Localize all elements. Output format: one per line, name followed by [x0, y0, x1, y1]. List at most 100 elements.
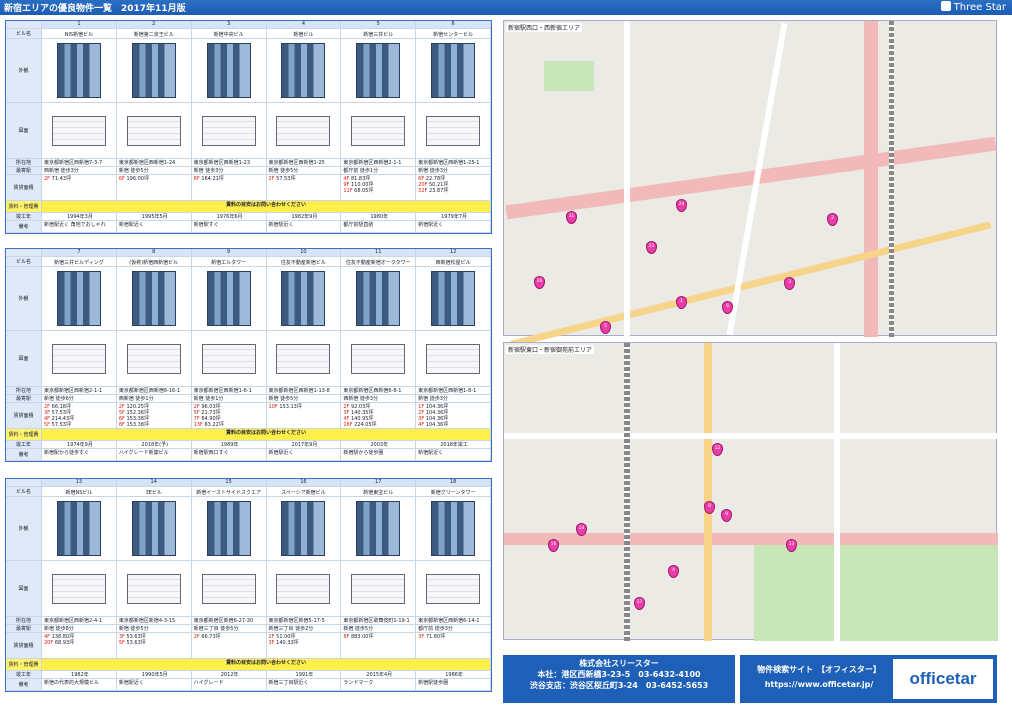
space-area: 23.87坪: [429, 188, 449, 194]
building-photo[interactable]: [117, 497, 192, 560]
space-item: 3F 71.80坪: [418, 634, 488, 640]
building-name[interactable]: 新宿中央ビル: [192, 29, 267, 38]
available-spaces: 2F 66.18坪 3F 57.53坪 4F 214.43坪 5F 57.53坪: [42, 403, 117, 428]
floor-plan[interactable]: [416, 103, 491, 158]
floor-plan[interactable]: [192, 331, 267, 386]
map-pin[interactable]: 2: [827, 213, 838, 226]
company-name: 株式会社スリースター: [579, 659, 659, 668]
building-photo[interactable]: [416, 39, 491, 102]
space-area: 57.53坪: [51, 422, 71, 428]
building-image: [431, 271, 476, 326]
map-pin[interactable]: 5: [600, 321, 611, 334]
building-name[interactable]: 住友不動産新宿ビル: [267, 257, 342, 266]
building-photo[interactable]: [341, 267, 417, 330]
map-pin[interactable]: 26: [534, 276, 545, 289]
building-name[interactable]: (仮称)新宿西新宿ビル: [117, 257, 192, 266]
space-area: 153.38坪: [126, 422, 149, 428]
building-photo[interactable]: [341, 39, 417, 102]
building-image: [131, 501, 176, 556]
available-spaces: 6F 196.00坪: [117, 175, 192, 200]
map-pin[interactable]: 9: [721, 509, 732, 522]
row-label: ビル名: [6, 487, 42, 496]
nearest-station: 新宿 徒歩1分: [192, 395, 267, 402]
building-name[interactable]: 新宿三井ビル: [341, 29, 417, 38]
floor-plan[interactable]: [117, 561, 192, 616]
floor-plan[interactable]: [416, 561, 491, 616]
floor-plan[interactable]: [117, 103, 192, 158]
site-url[interactable]: https://www.officetar.jp/: [744, 679, 894, 690]
building-photo[interactable]: [192, 497, 267, 560]
building-photo[interactable]: [117, 39, 192, 102]
building-name[interactable]: 新宿イーストサイドスクエア: [192, 487, 267, 496]
map-pin[interactable]: 1: [676, 296, 687, 309]
building-name[interactable]: スペーシア新宿ビル: [267, 487, 342, 496]
floor-plan[interactable]: [267, 331, 342, 386]
floor-plan[interactable]: [42, 103, 117, 158]
floor-plan-image: [201, 115, 256, 146]
floor-plan[interactable]: [42, 561, 117, 616]
available-spaces: 6F 164.21坪: [192, 175, 267, 200]
building-address: 東京都新宿区新宿6-27-30: [192, 617, 267, 624]
row-label: 賃貸面積: [6, 633, 42, 658]
building-photo[interactable]: [192, 39, 267, 102]
building-name[interactable]: 3Eビル: [117, 487, 192, 496]
building-photo[interactable]: [42, 497, 117, 560]
map-east[interactable]: 新宿駅東口・新宿御苑前エリア 12 8 9 14 16 13 4 17: [503, 342, 998, 641]
nearest-station: 新宿 徒歩3分: [192, 167, 267, 174]
building-name[interactable]: 新宿センタービル: [416, 29, 491, 38]
brand-logo: Three Star: [940, 1, 1006, 13]
map-pin[interactable]: 25: [646, 241, 657, 254]
map-pin[interactable]: 16: [548, 539, 559, 552]
floor-plan[interactable]: [416, 331, 491, 386]
floor-plan[interactable]: [341, 331, 417, 386]
building-name[interactable]: 新宿東宝ビル: [341, 487, 417, 496]
building-name[interactable]: 新宿ビル: [267, 29, 342, 38]
floor-plan[interactable]: [192, 561, 267, 616]
space-floor: 11F: [343, 188, 353, 194]
building-photo[interactable]: [341, 497, 417, 560]
floor-plan[interactable]: [267, 103, 342, 158]
map-pin[interactable]: 4: [668, 565, 679, 578]
map-west[interactable]: 新宿駅西口・西新宿エリア 31 24 2 25 3 1 6 26 5: [503, 20, 997, 348]
building-name[interactable]: 新宿エルタワー: [192, 257, 267, 266]
floor-plan[interactable]: [267, 561, 342, 616]
building-name[interactable]: 新宿グリーンタワー: [416, 487, 491, 496]
officetar-logo[interactable]: officetar: [893, 659, 993, 699]
building-photo[interactable]: [416, 267, 491, 330]
building-photo[interactable]: [267, 497, 342, 560]
building-photo[interactable]: [267, 267, 342, 330]
map-pin[interactable]: 31: [566, 211, 577, 224]
map-title: 新宿駅東口・新宿御苑前エリア: [506, 345, 595, 354]
building-note: ハイグレード新築ビル: [117, 449, 192, 460]
building-photo[interactable]: [117, 267, 192, 330]
floor-plan[interactable]: [341, 103, 417, 158]
floor-plan[interactable]: [341, 561, 417, 616]
map-pin[interactable]: 24: [676, 199, 687, 212]
floor-plan[interactable]: [117, 331, 192, 386]
row-label: 外観: [6, 39, 42, 102]
building-photo[interactable]: [416, 497, 491, 560]
available-spaces: 2F 96.03坪 5F 21.73坪 7F 64.90坪 13F 63.22坪: [192, 403, 267, 428]
row-label: 所在地: [6, 387, 42, 394]
building-photo[interactable]: [42, 39, 117, 102]
building-number: 5: [341, 21, 417, 28]
building-name[interactable]: 住友不動産新宿オークタワー: [341, 257, 417, 266]
built-year: 2012年: [192, 671, 267, 678]
building-photo[interactable]: [42, 267, 117, 330]
map-pin[interactable]: 12: [712, 443, 723, 456]
building-photo[interactable]: [192, 267, 267, 330]
map-pin[interactable]: 8: [704, 501, 715, 514]
building-number: 11: [341, 249, 417, 256]
building-name[interactable]: NIS新宿ビル: [42, 29, 117, 38]
row-label: 外観: [6, 267, 42, 330]
map-pin[interactable]: 17: [634, 597, 645, 610]
map-pin[interactable]: 3: [784, 277, 795, 290]
building-photo[interactable]: [267, 39, 342, 102]
building-name[interactable]: 西新宿松屋ビル: [416, 257, 491, 266]
building-name[interactable]: 新宿第二京王ビル: [117, 29, 192, 38]
floor-plan[interactable]: [42, 331, 117, 386]
floor-plan[interactable]: [192, 103, 267, 158]
building-name[interactable]: 新宿三井ビルディング: [42, 257, 117, 266]
row-label: 備考: [6, 221, 42, 232]
building-name[interactable]: 新宿NSビル: [42, 487, 117, 496]
